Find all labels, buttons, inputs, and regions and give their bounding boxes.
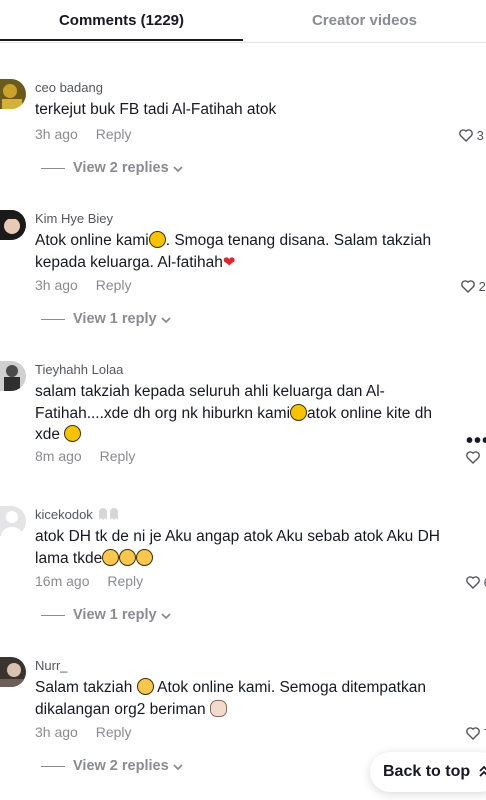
- heart-icon: [466, 576, 480, 589]
- reply-button[interactable]: Reply: [100, 448, 136, 464]
- crying-emoji-icon: [136, 678, 154, 695]
- like-button[interactable]: 7: [466, 726, 486, 741]
- view-replies-label: View 1 reply: [73, 311, 157, 327]
- back-to-top-label: Back to top: [383, 763, 471, 780]
- frown-emoji-icon: [290, 403, 308, 421]
- avatar[interactable]: [0, 361, 26, 391]
- view-replies-button[interactable]: View 2 replies: [41, 160, 183, 176]
- red-heart-emoji-icon: ❤: [222, 253, 236, 271]
- comment-username[interactable]: Nurr_: [35, 658, 68, 673]
- comment-item: ceo badang terkejut buk FB tadi Al-Fatih…: [0, 79, 486, 189]
- back-to-top-button[interactable]: Back to top: [370, 752, 486, 792]
- reply-button[interactable]: Reply: [96, 277, 132, 293]
- comment-text-part: atok DH tk de ni je Aku angap atok Aku s…: [35, 528, 440, 567]
- comment-time: 16m ago: [35, 573, 90, 589]
- view-replies-button[interactable]: View 1 reply: [41, 311, 171, 327]
- heart-icon: [461, 280, 475, 293]
- divider-line: [41, 614, 65, 616]
- ghost-emoji-icon: [97, 507, 121, 524]
- comment-text: terkejut buk FB tadi Al-Fatihah atok: [35, 101, 277, 118]
- comment-text-part: Atok online kami: [35, 232, 149, 249]
- divider-line: [41, 167, 65, 169]
- divider-line: [41, 765, 65, 767]
- avatar[interactable]: [0, 210, 26, 240]
- view-replies-button[interactable]: View 1 reply: [41, 607, 171, 623]
- chevron-down-icon: [173, 764, 183, 771]
- comment-username-label: kicekodok: [35, 507, 93, 522]
- view-replies-label: View 2 replies: [73, 160, 169, 176]
- comment-item: Kim Hye Biey Atok online kami. Smoga ten…: [0, 210, 486, 330]
- divider-line: [41, 318, 65, 320]
- like-button[interactable]: 3: [459, 128, 484, 143]
- like-count: 2: [478, 279, 486, 294]
- comment-username[interactable]: Kim Hye Biey: [35, 211, 113, 226]
- view-replies-label: View 2 replies: [73, 758, 169, 774]
- comment-text-part: Salam takziah: [35, 679, 133, 696]
- comment-username[interactable]: ceo badang: [35, 80, 103, 95]
- more-options-icon[interactable]: •••: [466, 430, 486, 453]
- comment-meta: 8m ago Reply: [35, 448, 135, 464]
- comment-meta: 3h ago Reply: [35, 126, 132, 142]
- comment-username[interactable]: Tieyhahh Lolaa: [35, 362, 123, 377]
- chevron-down-icon: [160, 613, 171, 620]
- comment-meta: 3h ago Reply: [35, 277, 132, 293]
- like-button[interactable]: 2: [461, 279, 486, 294]
- comment-text: Atok online kami. Smoga tenang disana. S…: [35, 230, 455, 273]
- view-replies-label: View 1 reply: [73, 607, 157, 623]
- comment-time: 3h ago: [35, 724, 78, 740]
- comment-time: 3h ago: [35, 126, 78, 142]
- heart-icon: [459, 129, 473, 142]
- comment-meta: 3h ago Reply: [35, 724, 132, 740]
- active-tab-indicator: [0, 39, 243, 41]
- reply-button[interactable]: Reply: [96, 126, 132, 142]
- comment-item: kicekodok atok DH tk de ni je Aku angap …: [0, 506, 486, 626]
- crying-emoji-icon: [102, 548, 120, 566]
- comment-item: Tieyhahh Lolaa salam takziah kepada selu…: [0, 361, 486, 471]
- avatar[interactable]: [0, 506, 26, 536]
- heart-icon: [466, 727, 480, 740]
- crying-emoji-icon: [119, 548, 137, 566]
- comment-username[interactable]: kicekodok: [35, 507, 121, 524]
- comment-time: 8m ago: [35, 448, 82, 464]
- avatar[interactable]: [0, 657, 26, 687]
- frown-emoji-icon: [148, 231, 166, 248]
- crying-emoji-icon: [136, 548, 154, 566]
- tab-comments[interactable]: Comments (1229): [0, 0, 243, 42]
- avatar[interactable]: [0, 79, 26, 109]
- comment-text: atok DH tk de ni je Aku angap atok Aku s…: [35, 526, 455, 569]
- tab-bar: Comments (1229) Creator videos: [0, 0, 486, 43]
- comment-text: salam takziah kepada seluruh ahli keluar…: [35, 381, 455, 446]
- pensive-emoji-icon: [64, 425, 82, 442]
- chevron-down-icon: [160, 317, 171, 324]
- comment-meta: 16m ago Reply: [35, 573, 143, 589]
- reply-button[interactable]: Reply: [107, 573, 143, 589]
- reply-button[interactable]: Reply: [96, 724, 132, 740]
- like-count: 3: [476, 128, 484, 143]
- tab-creator-videos[interactable]: Creator videos: [243, 0, 486, 42]
- like-button[interactable]: 6: [466, 575, 486, 590]
- open-hands-emoji-icon: [209, 699, 227, 717]
- view-replies-button[interactable]: View 2 replies: [41, 758, 183, 774]
- chevron-down-icon: [173, 166, 183, 173]
- comment-text: Salam takziah Atok online kami. Semoga d…: [35, 677, 455, 720]
- double-chevron-up-icon: [478, 765, 486, 777]
- comment-time: 3h ago: [35, 277, 78, 293]
